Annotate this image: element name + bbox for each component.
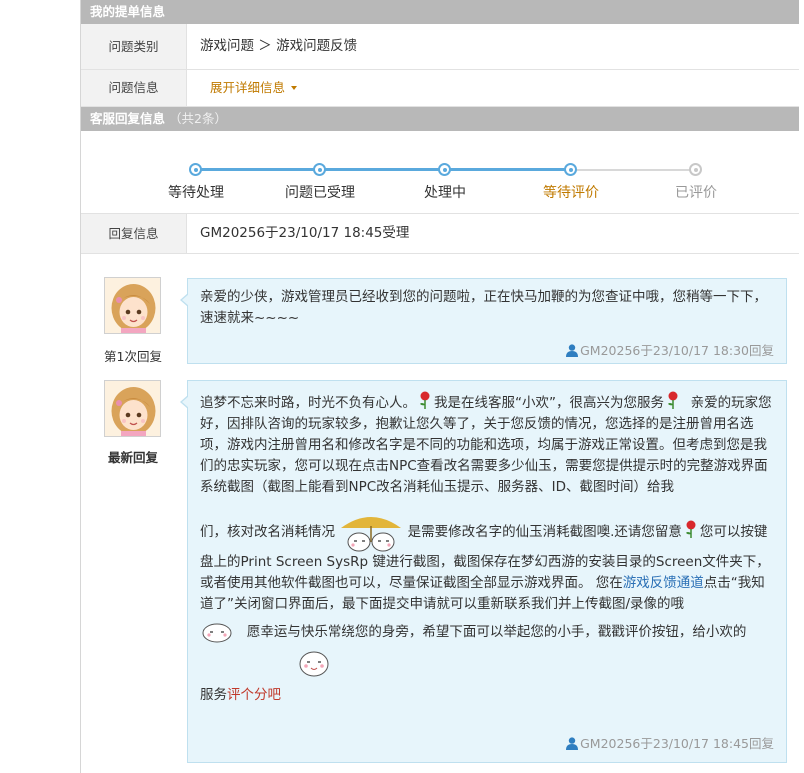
- service-section-header: 客服回复信息 （共2条）: [81, 107, 799, 131]
- category-value: 游戏问题 ＞ 游戏问题反馈: [200, 38, 358, 54]
- step-dot-3: [438, 163, 451, 176]
- avatar-girl-icon: [105, 278, 160, 333]
- step-dot-2: [313, 163, 326, 176]
- user-icon: [566, 344, 579, 357]
- reply-2-text-b: 我是在线客服“小欢”，很高兴为您服务: [434, 395, 664, 411]
- reply-2-text-e: 是需要修改名字的仙玉消耗截图噢.还请您留意: [407, 524, 682, 540]
- reply-info-label: 回复信息: [81, 214, 187, 253]
- step-label-3: 处理中: [424, 185, 466, 201]
- info-label: 问题信息: [81, 70, 187, 106]
- cute-face-emote-icon: [299, 651, 329, 677]
- step-dot-1: [189, 163, 202, 176]
- step-label-5: 已评价: [675, 185, 717, 201]
- reply-2-emote-row: [200, 647, 774, 683]
- rate-service-link[interactable]: 评个分吧: [227, 687, 281, 703]
- gm-avatar: [104, 277, 161, 334]
- user-icon: [566, 737, 579, 750]
- reply-2-paragraph-1: 追梦不忘来时路，时光不负有心人。 我是在线客服“小欢”，很高兴为您服务 亲爱的玩家…: [200, 391, 774, 498]
- ticket-panel: 我的提单信息 问题类别 游戏问题 ＞ 游戏问题反馈 问题信息 展开详细信息 客服…: [81, 0, 799, 773]
- category-label: 问题类别: [81, 24, 187, 69]
- category-row: 问题类别 游戏问题 ＞ 游戏问题反馈: [81, 24, 799, 70]
- ticket-detail-page: 我的提单信息 问题类别 游戏问题 ＞ 游戏问题反馈 问题信息 展开详细信息 客服…: [0, 0, 804, 773]
- info-value: 展开详细信息: [187, 70, 799, 106]
- step-label-2: 问题已受理: [285, 185, 355, 201]
- step-dot-5: [689, 163, 702, 176]
- avatar-girl-icon: [105, 381, 160, 436]
- reply-1-text: 亲爱的少侠，游戏管理员已经收到您的问题啦，正在快马加鞭的为您查证中哦，您稍等一下…: [200, 289, 767, 326]
- reply-2-text-d: 们，核对改名消耗情况: [200, 524, 335, 540]
- reply-2-text-a: 追梦不忘来时路，时光不负有心人。: [200, 395, 416, 411]
- reply-1-bubble: 亲爱的少侠，游戏管理员已经收到您的问题啦，正在快马加鞭的为您查证中哦，您稍等一下…: [180, 278, 787, 364]
- reply-info-value: GM20256于23/10/17 18:45受理: [200, 225, 410, 241]
- expand-details-label: 展开详细信息: [210, 80, 286, 95]
- reply-1-caption: 第1次回复: [104, 349, 162, 364]
- reply-1-signature: GM20256于23/10/17 18:30回复: [565, 340, 774, 361]
- progress-track-pending: [576, 169, 696, 171]
- reply-2-signature: GM20256于23/10/17 18:45回复: [565, 733, 774, 754]
- progress-track-done: [196, 168, 576, 171]
- reply-info-row: 回复信息 GM20256于23/10/17 18:45受理: [81, 214, 799, 254]
- reply-count: （共2条）: [169, 111, 227, 126]
- info-row: 问题信息 展开详细信息: [81, 70, 799, 107]
- reply-2-text-i: 服务: [200, 687, 227, 703]
- feedback-channel-link[interactable]: 游戏反馈通道: [623, 575, 704, 591]
- step-label-1: 等待处理: [168, 185, 224, 201]
- umbrella-emote-icon: [341, 517, 402, 552]
- rose-icon: [668, 391, 678, 409]
- ticket-section-title: 我的提单信息: [90, 4, 166, 19]
- rose-icon: [685, 520, 696, 538]
- step-dot-4: [564, 163, 577, 176]
- step-label-4-current: 等待评价: [543, 185, 599, 201]
- reply-2-paragraph-2: 们，核对改名消耗情况 是需要修改名字的仙玉消耗截图噢.还请您留意 您可以按键盘上的…: [200, 512, 774, 615]
- rose-icon: [420, 391, 430, 409]
- status-progress: 等待处理 问题已受理 处理中 等待评价 已评价: [81, 131, 799, 214]
- reply-2-paragraph-3: 愿幸运与快乐常绕您的身旁，希望下面可以举起您的小手，戳戳评价按钮，给小欢的: [200, 621, 774, 643]
- caret-down-icon: [291, 86, 298, 90]
- reply-2-bubble: 追梦不忘来时路，时光不负有心人。 我是在线客服“小欢”，很高兴为您服务 亲爱的玩家…: [180, 380, 787, 763]
- expand-details-link[interactable]: 展开详细信息: [210, 80, 298, 95]
- gm-avatar: [104, 380, 161, 437]
- cute-face-emote-icon: [202, 623, 232, 643]
- service-section-title: 客服回复信息: [90, 111, 166, 126]
- reply-2-text-h: 愿幸运与快乐常绕您的身旁，希望下面可以举起您的小手，戳戳评价按钮，给小欢的: [246, 624, 747, 640]
- reply-2-caption: 最新回复: [107, 450, 158, 465]
- ticket-section-header: 我的提单信息: [81, 0, 799, 24]
- reply-1-signature-text: GM20256于23/10/17 18:30回复: [580, 343, 774, 358]
- reply-list: 第1次回复 亲爱的少侠，游戏管理员已经收到您的问题啦，正在快马加鞭的为您查证中哦…: [81, 254, 799, 773]
- reply-2-paragraph-4: 服务评个分吧: [200, 685, 774, 706]
- reply-2-signature-text: GM20256于23/10/17 18:45回复: [580, 736, 774, 751]
